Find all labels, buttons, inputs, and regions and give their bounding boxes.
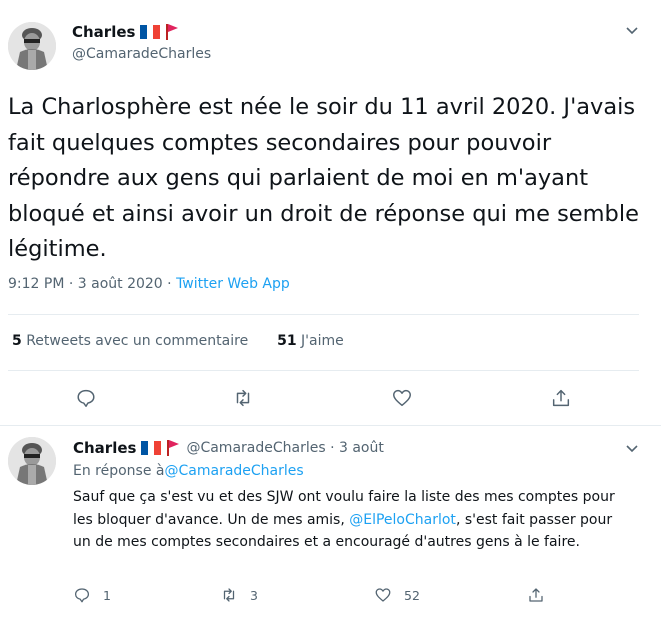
author-name-line: Charles	[72, 23, 179, 41]
likes-stat[interactable]: 51 J'aime	[277, 333, 344, 349]
likes-label: J'aime	[296, 333, 344, 349]
mention-link[interactable]: @ElPeloCharlot	[349, 512, 456, 528]
author-handle[interactable]: @CamaradeCharles	[72, 46, 211, 62]
reply-like-button[interactable]: 52	[374, 586, 420, 604]
flag-france-icon	[140, 25, 161, 39]
reply-button[interactable]	[73, 385, 99, 411]
chevron-down-icon[interactable]	[624, 22, 640, 38]
avatar[interactable]	[8, 22, 56, 70]
in-reply-to: En réponse à @CamaradeCharles	[73, 463, 304, 479]
retweet-icon	[236, 389, 250, 407]
reply-count: 1	[103, 587, 111, 603]
in-reply-to-label: En réponse à	[73, 463, 165, 479]
tweet-time[interactable]: 9:12 PM · 3 août 2020 ·	[8, 276, 176, 292]
share-icon	[552, 389, 570, 407]
reply-reply-button[interactable]: 1	[73, 586, 111, 604]
reply-icon	[74, 588, 90, 603]
divider	[8, 314, 639, 315]
reply-author-name[interactable]: Charles	[73, 439, 136, 457]
retweets-count: 5	[12, 333, 22, 349]
retweets-stat[interactable]: 5 Retweets avec un commentaire	[12, 333, 248, 349]
tweet-text: La Charlosphère est née le soir du 11 av…	[8, 94, 639, 262]
main-tweet: Charles @CamaradeCharles La Charlosphère…	[0, 0, 661, 426]
heart-icon	[375, 588, 391, 602]
reply-retweet-button[interactable]: 3	[220, 586, 258, 604]
retweet-button[interactable]	[230, 385, 256, 411]
retweet-icon	[223, 588, 235, 602]
red-flag-icon	[166, 24, 179, 40]
author-name[interactable]: Charles	[72, 23, 135, 41]
tweet-source[interactable]: Twitter Web App	[176, 276, 290, 292]
red-flag-icon	[167, 440, 180, 456]
tweet-meta: 9:12 PM · 3 août 2020 · Twitter Web App	[8, 276, 290, 292]
retweets-label: Retweets avec un commentaire	[21, 333, 249, 349]
share-icon	[529, 588, 543, 602]
tweet-stats: 5 Retweets avec un commentaire 51 J'aime	[12, 333, 344, 349]
flag-france-icon	[141, 441, 162, 455]
chevron-down-icon[interactable]	[624, 440, 640, 456]
reply-share-button[interactable]	[527, 586, 557, 604]
divider	[8, 370, 639, 371]
share-button[interactable]	[548, 385, 574, 411]
reply-text: Sauf que ça s'est vu et des SJW ont voul…	[73, 486, 633, 554]
avatar[interactable]	[8, 437, 56, 485]
reply-icon	[77, 389, 95, 407]
like-button[interactable]	[389, 385, 415, 411]
likes-count: 51	[277, 333, 297, 349]
heart-icon	[393, 389, 411, 407]
reply-handle-date[interactable]: @CamaradeCharles · 3 août	[186, 440, 383, 456]
in-reply-to-handle[interactable]: @CamaradeCharles	[165, 463, 304, 479]
reply-author-line: Charles @CamaradeCharles · 3 août	[73, 439, 384, 457]
like-count: 52	[404, 587, 420, 603]
retweet-count: 3	[250, 587, 258, 603]
author-handle-line: @CamaradeCharles	[72, 46, 211, 62]
